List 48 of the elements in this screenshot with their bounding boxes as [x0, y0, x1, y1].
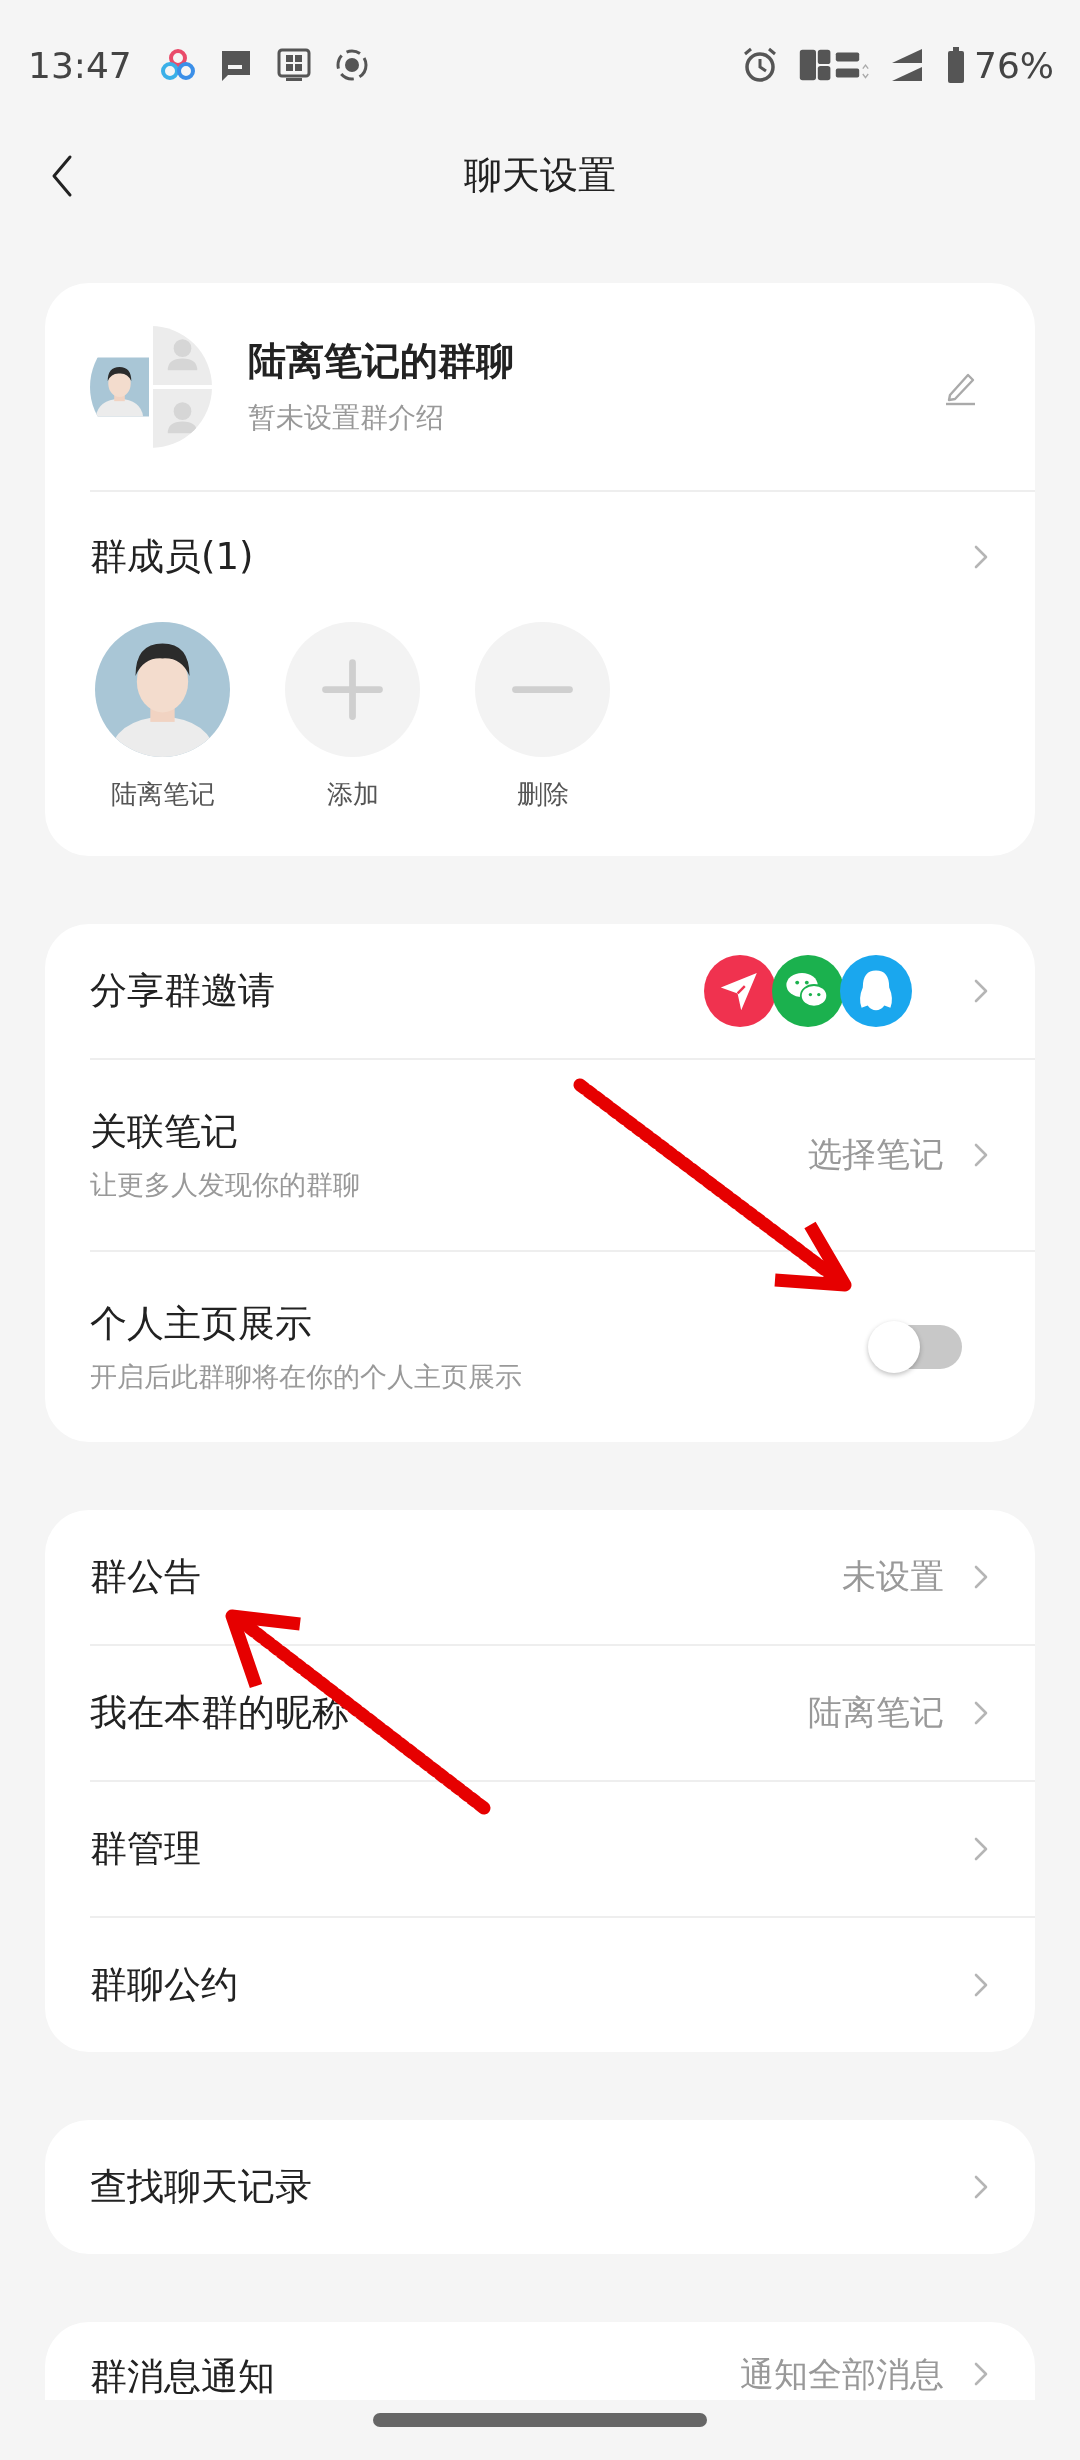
settings-row[interactable]: 群聊公约: [90, 1916, 1035, 2052]
chevron-icon: [972, 1701, 990, 1725]
penguin-icon[interactable]: [840, 955, 912, 1027]
member-label: 添加: [326, 778, 379, 811]
member-label: 删除: [516, 778, 569, 811]
row-title: 群聊公约: [90, 1962, 239, 2008]
row-value: 未设置: [842, 1555, 944, 1598]
settings-row[interactable]: 个人主页展示 开启后此群聊将在你的个人主页展示: [90, 1250, 1035, 1442]
group-name: 陆离笔记的群聊: [248, 338, 515, 385]
row-title: 群公告: [90, 1554, 202, 1600]
clock-time: 13:47: [28, 44, 132, 86]
row-subtitle: 让更多人发现你的群聊: [90, 1168, 361, 1202]
page-title: 聊天设置: [464, 151, 616, 199]
chevron-icon: [972, 2362, 990, 2386]
members-row[interactable]: 群成员(1): [45, 492, 1035, 622]
battery-percent: 76%: [974, 44, 1054, 86]
remove-member-button[interactable]: [475, 622, 610, 757]
chevron-icon: [972, 979, 990, 1003]
chevron-icon: [972, 1837, 990, 1861]
row-title: 个人主页展示: [90, 1301, 313, 1347]
add-member-button[interactable]: [285, 622, 420, 757]
row-title: 分享群邀请: [90, 968, 276, 1014]
settings-row[interactable]: 群公告 未设置: [45, 1510, 1035, 1644]
row-value: 通知全部消息: [740, 2353, 944, 2396]
settings-row[interactable]: 查找聊天记录: [45, 2120, 1035, 2254]
chevron-icon: [972, 1565, 990, 1589]
row-title: 群消息通知: [90, 2354, 276, 2400]
row-subtitle: 开启后此群聊将在你的个人主页展示: [90, 1360, 523, 1394]
row-title: 关联笔记: [90, 1109, 239, 1155]
chevron-icon: [972, 2175, 990, 2199]
back-icon[interactable]: [50, 154, 74, 198]
row-title: 群管理: [90, 1826, 202, 1872]
row-title: 查找聊天记录: [90, 2164, 313, 2210]
group-intro: 暂未设置群介绍: [248, 400, 445, 436]
member-label: 陆离笔记: [110, 778, 215, 811]
chevron-icon: [972, 545, 990, 569]
members-title: 群成员(1): [90, 534, 254, 580]
chat-bubbles-icon[interactable]: [772, 955, 844, 1027]
chevron-icon: [972, 1973, 990, 1997]
settings-row[interactable]: 关联笔记 让更多人发现你的群聊 选择笔记: [90, 1058, 1035, 1250]
paper-plane-icon[interactable]: [704, 955, 776, 1027]
battery-icon: [946, 45, 966, 85]
row-value: 选择笔记: [808, 1133, 944, 1176]
settings-row[interactable]: 群消息通知 通知全部消息: [45, 2322, 1035, 2400]
row-value: 陆离笔记: [808, 1691, 944, 1734]
settings-row[interactable]: 分享群邀请: [45, 924, 1035, 1058]
settings-row[interactable]: 群管理: [90, 1780, 1035, 1916]
chevron-icon: [972, 1143, 990, 1167]
